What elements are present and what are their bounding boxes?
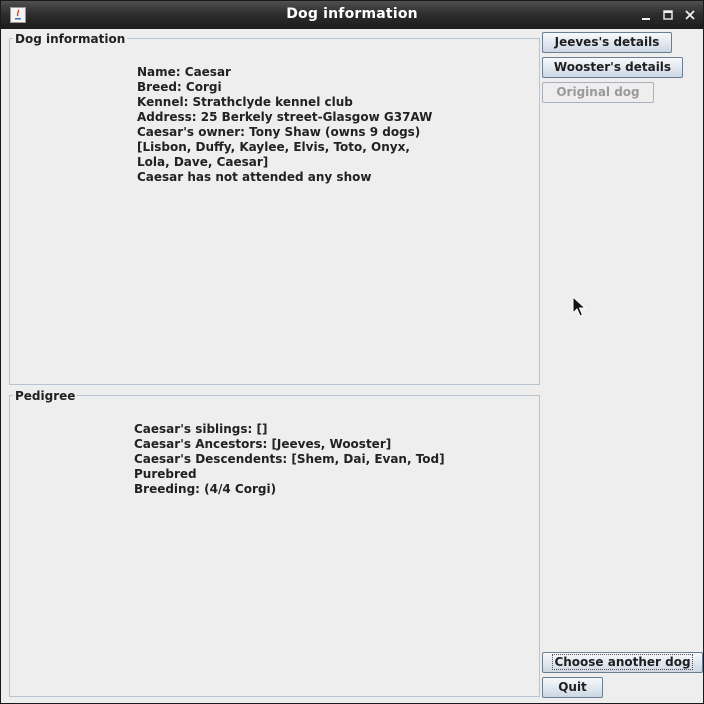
dog-kennel-text: Kennel: Strathclyde kennel club xyxy=(137,95,353,109)
breeding-text: Breeding: (4/4 Corgi) xyxy=(134,482,277,496)
wooster-details-button[interactable]: Wooster's details xyxy=(542,57,683,78)
owner-dogs-list-text: [Lisbon, Duffy, Kaylee, Elvis, Toto, Ony… xyxy=(137,140,410,154)
window-title: Dog information xyxy=(286,6,418,22)
maximize-icon[interactable] xyxy=(660,7,676,23)
choose-another-dog-button[interactable]: Choose another dog xyxy=(542,652,703,673)
original-dog-button[interactable]: Original dog xyxy=(542,82,654,103)
minimize-icon[interactable] xyxy=(638,7,654,23)
dog-address-text: Address: 25 Berkely street-Glasgow G37AW xyxy=(137,110,433,124)
pedigree-legend: Pedigree xyxy=(13,389,78,403)
dog-information-panel xyxy=(9,38,540,385)
dog-information-window: Dog information Dog information Name: Ca… xyxy=(0,0,704,704)
mouse-cursor-icon xyxy=(572,296,586,317)
siblings-text: Caesar's siblings: [] xyxy=(134,422,268,436)
show-attendance-text: Caesar has not attended any show xyxy=(137,170,372,184)
dog-name-text: Name: Caesar xyxy=(137,65,231,79)
ancestors-text: Caesar's Ancestors: [Jeeves, Wooster] xyxy=(134,437,392,451)
descendents-text: Caesar's Descendents: [Shem, Dai, Evan, … xyxy=(134,452,445,466)
title-bar[interactable]: Dog information xyxy=(1,1,703,29)
close-icon[interactable] xyxy=(682,7,698,23)
dog-breed-text: Breed: Corgi xyxy=(137,80,222,94)
quit-button[interactable]: Quit xyxy=(542,677,603,698)
owner-dogs-list-continued-text: Lola, Dave, Caesar] xyxy=(137,155,269,169)
dog-information-legend: Dog information xyxy=(13,32,128,46)
choose-another-dog-label: Choose another dog xyxy=(552,654,693,670)
dog-owner-text: Caesar's owner: Tony Shaw (owns 9 dogs) xyxy=(137,125,421,139)
purebred-text: Purebred xyxy=(134,467,197,481)
jeeves-details-button[interactable]: Jeeves's details xyxy=(542,32,672,53)
